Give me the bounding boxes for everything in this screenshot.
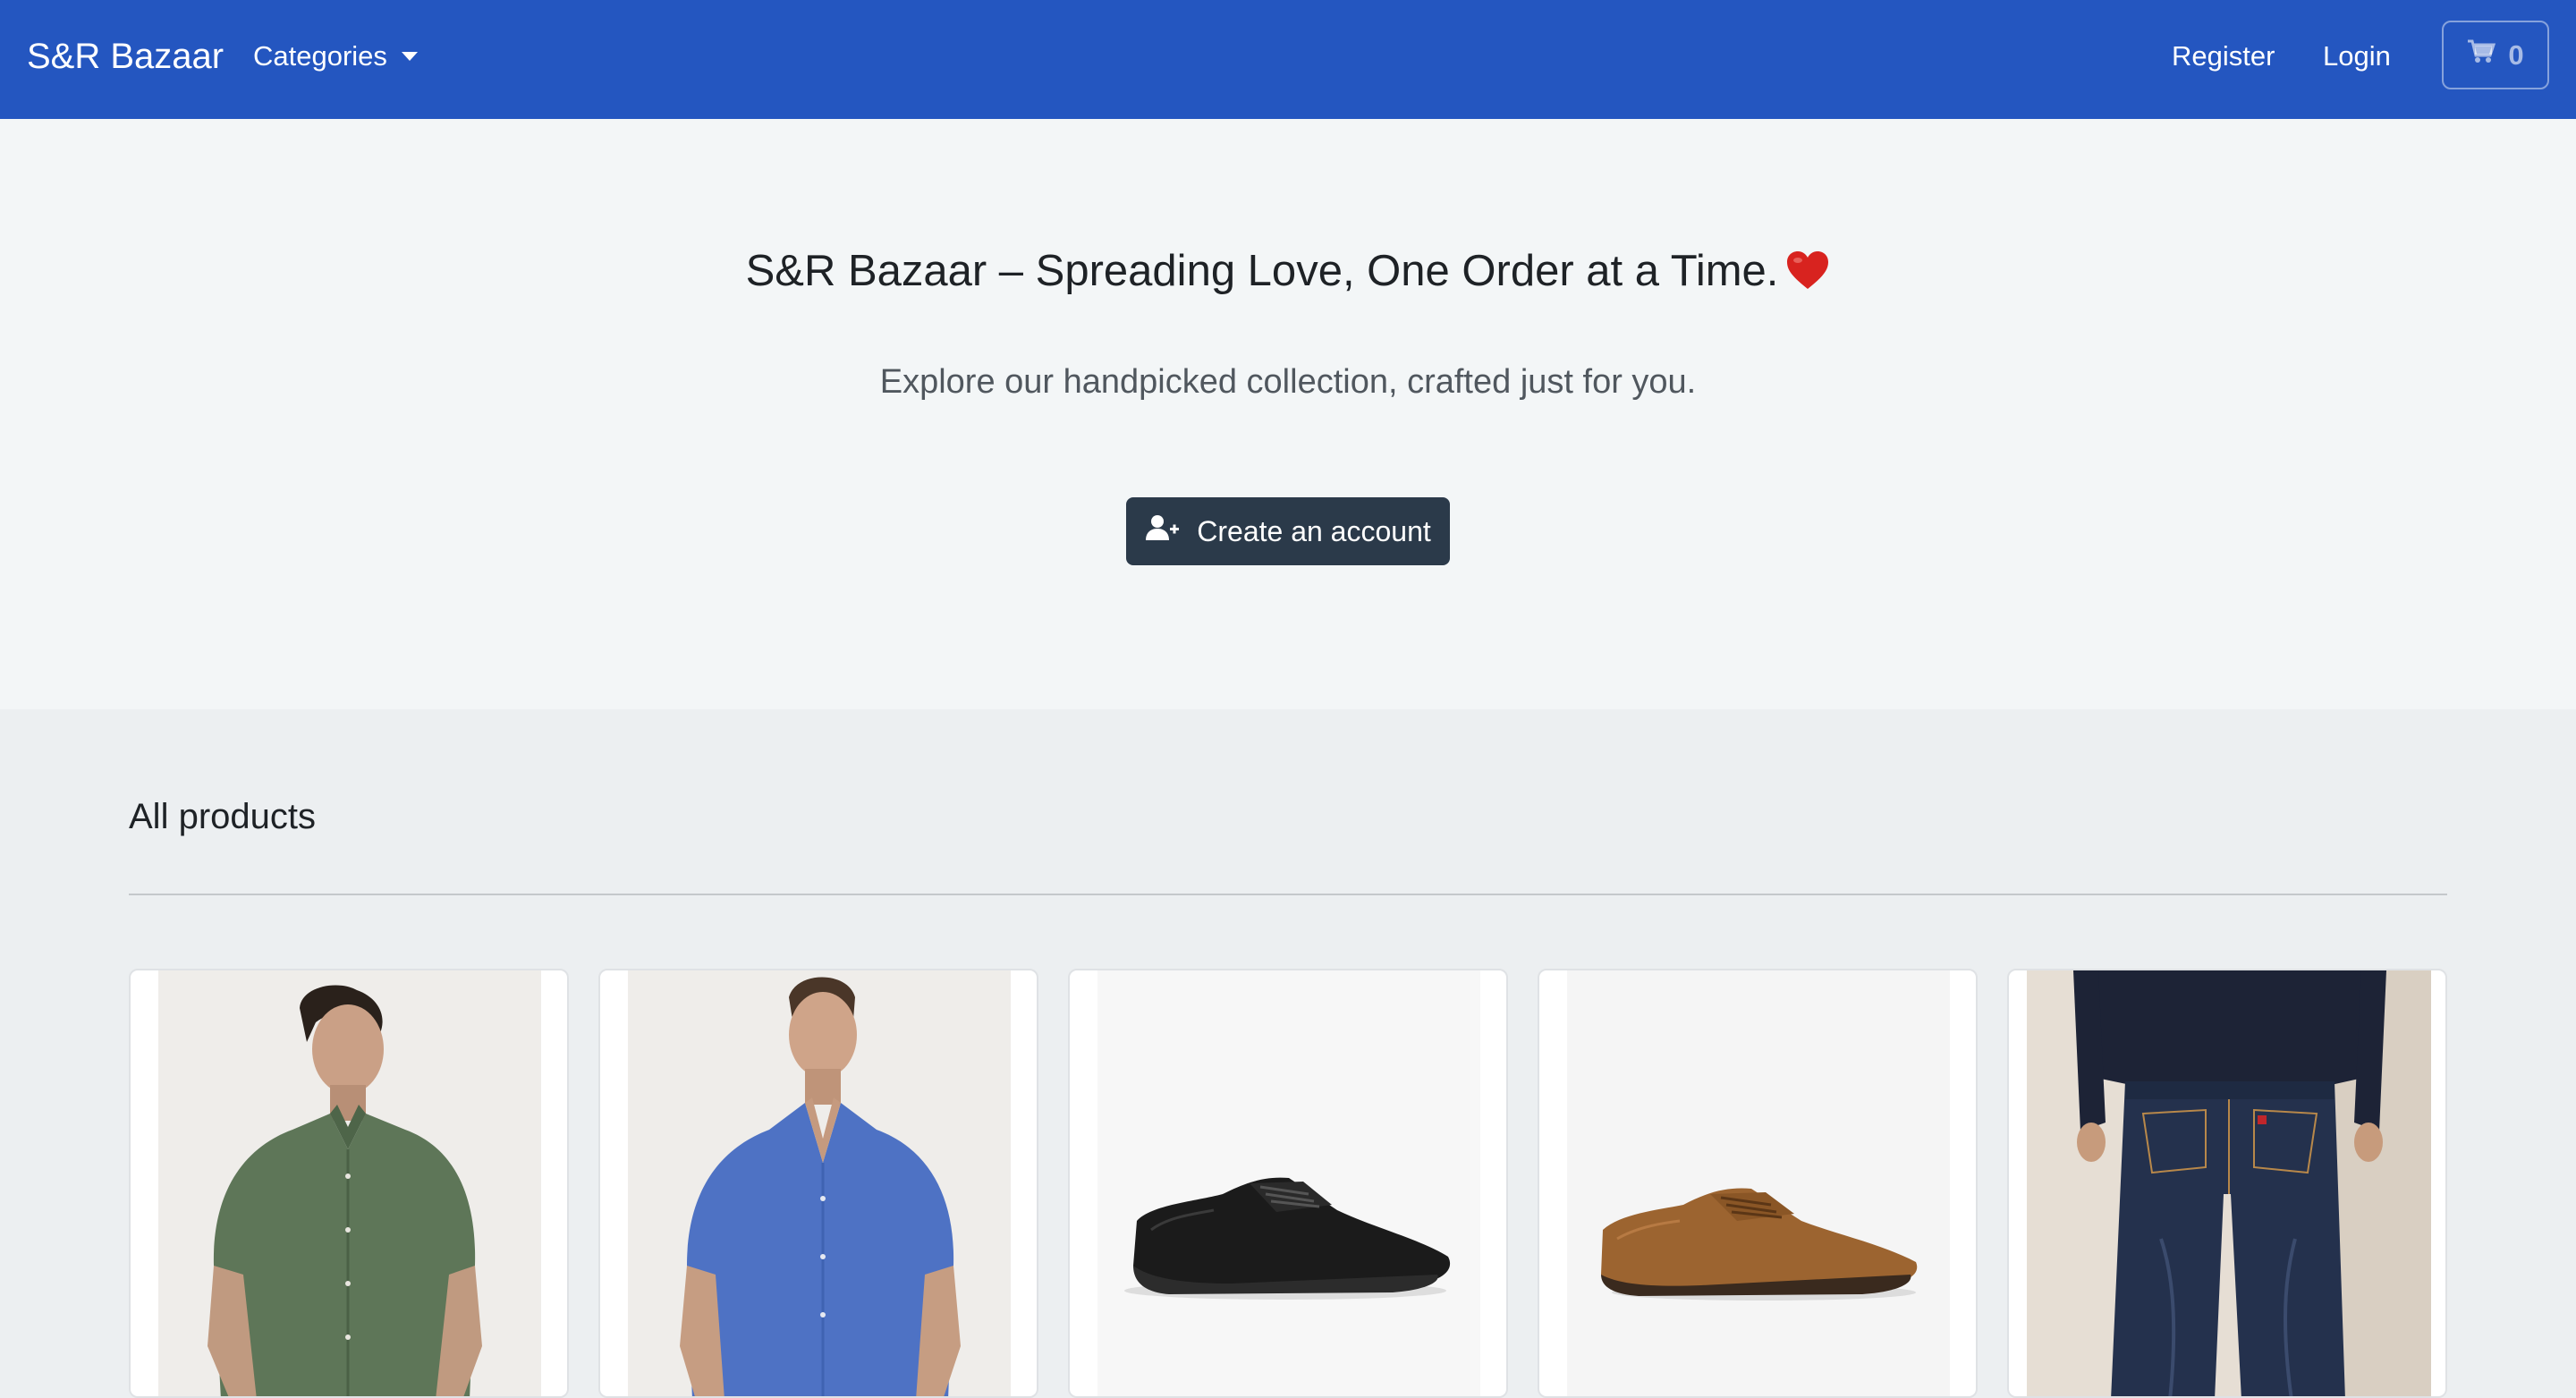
cart-button[interactable]: 0 bbox=[2442, 21, 2549, 89]
register-link[interactable]: Register bbox=[2172, 36, 2275, 77]
product-image-black-shoe[interactable] bbox=[1097, 970, 1480, 1396]
section-title: All products bbox=[129, 797, 316, 836]
chevron-down-icon bbox=[401, 52, 418, 61]
product-card[interactable] bbox=[1538, 969, 1978, 1398]
product-card[interactable] bbox=[1068, 969, 1508, 1398]
login-link[interactable]: Login bbox=[2323, 36, 2391, 77]
brand-logo-link[interactable]: S&R Bazaar bbox=[27, 32, 224, 80]
product-image-jeans[interactable] bbox=[2027, 970, 2431, 1396]
product-image-blue-shirt[interactable] bbox=[628, 970, 1011, 1396]
cart-icon bbox=[2467, 39, 2496, 72]
products-section: All products bbox=[0, 709, 2576, 1398]
cart-count: 0 bbox=[2508, 38, 2524, 71]
user-plus-icon bbox=[1145, 514, 1181, 548]
product-card[interactable] bbox=[598, 969, 1038, 1398]
product-image-green-shirt[interactable] bbox=[158, 970, 541, 1396]
top-navbar: S&R Bazaar Categories Register Login 0 bbox=[0, 0, 2576, 119]
hero-title-text: S&R Bazaar – Spreading Love, One Order a… bbox=[745, 247, 1779, 295]
product-image-brown-shoe[interactable] bbox=[1567, 970, 1950, 1396]
product-card[interactable] bbox=[129, 969, 569, 1398]
heart-icon bbox=[1785, 248, 1830, 305]
section-divider bbox=[129, 894, 2447, 895]
create-account-button[interactable]: Create an account bbox=[1126, 497, 1450, 565]
create-account-label: Create an account bbox=[1197, 514, 1431, 547]
categories-dropdown[interactable]: Categories bbox=[253, 36, 418, 77]
product-card[interactable] bbox=[2007, 969, 2447, 1398]
hero-subtitle: Explore our handpicked collection, craft… bbox=[879, 363, 1697, 401]
hero-title: S&R Bazaar – Spreading Love, One Order a… bbox=[0, 242, 2576, 305]
categories-label: Categories bbox=[253, 40, 387, 72]
hero-section: S&R Bazaar – Spreading Love, One Order a… bbox=[0, 119, 2576, 709]
